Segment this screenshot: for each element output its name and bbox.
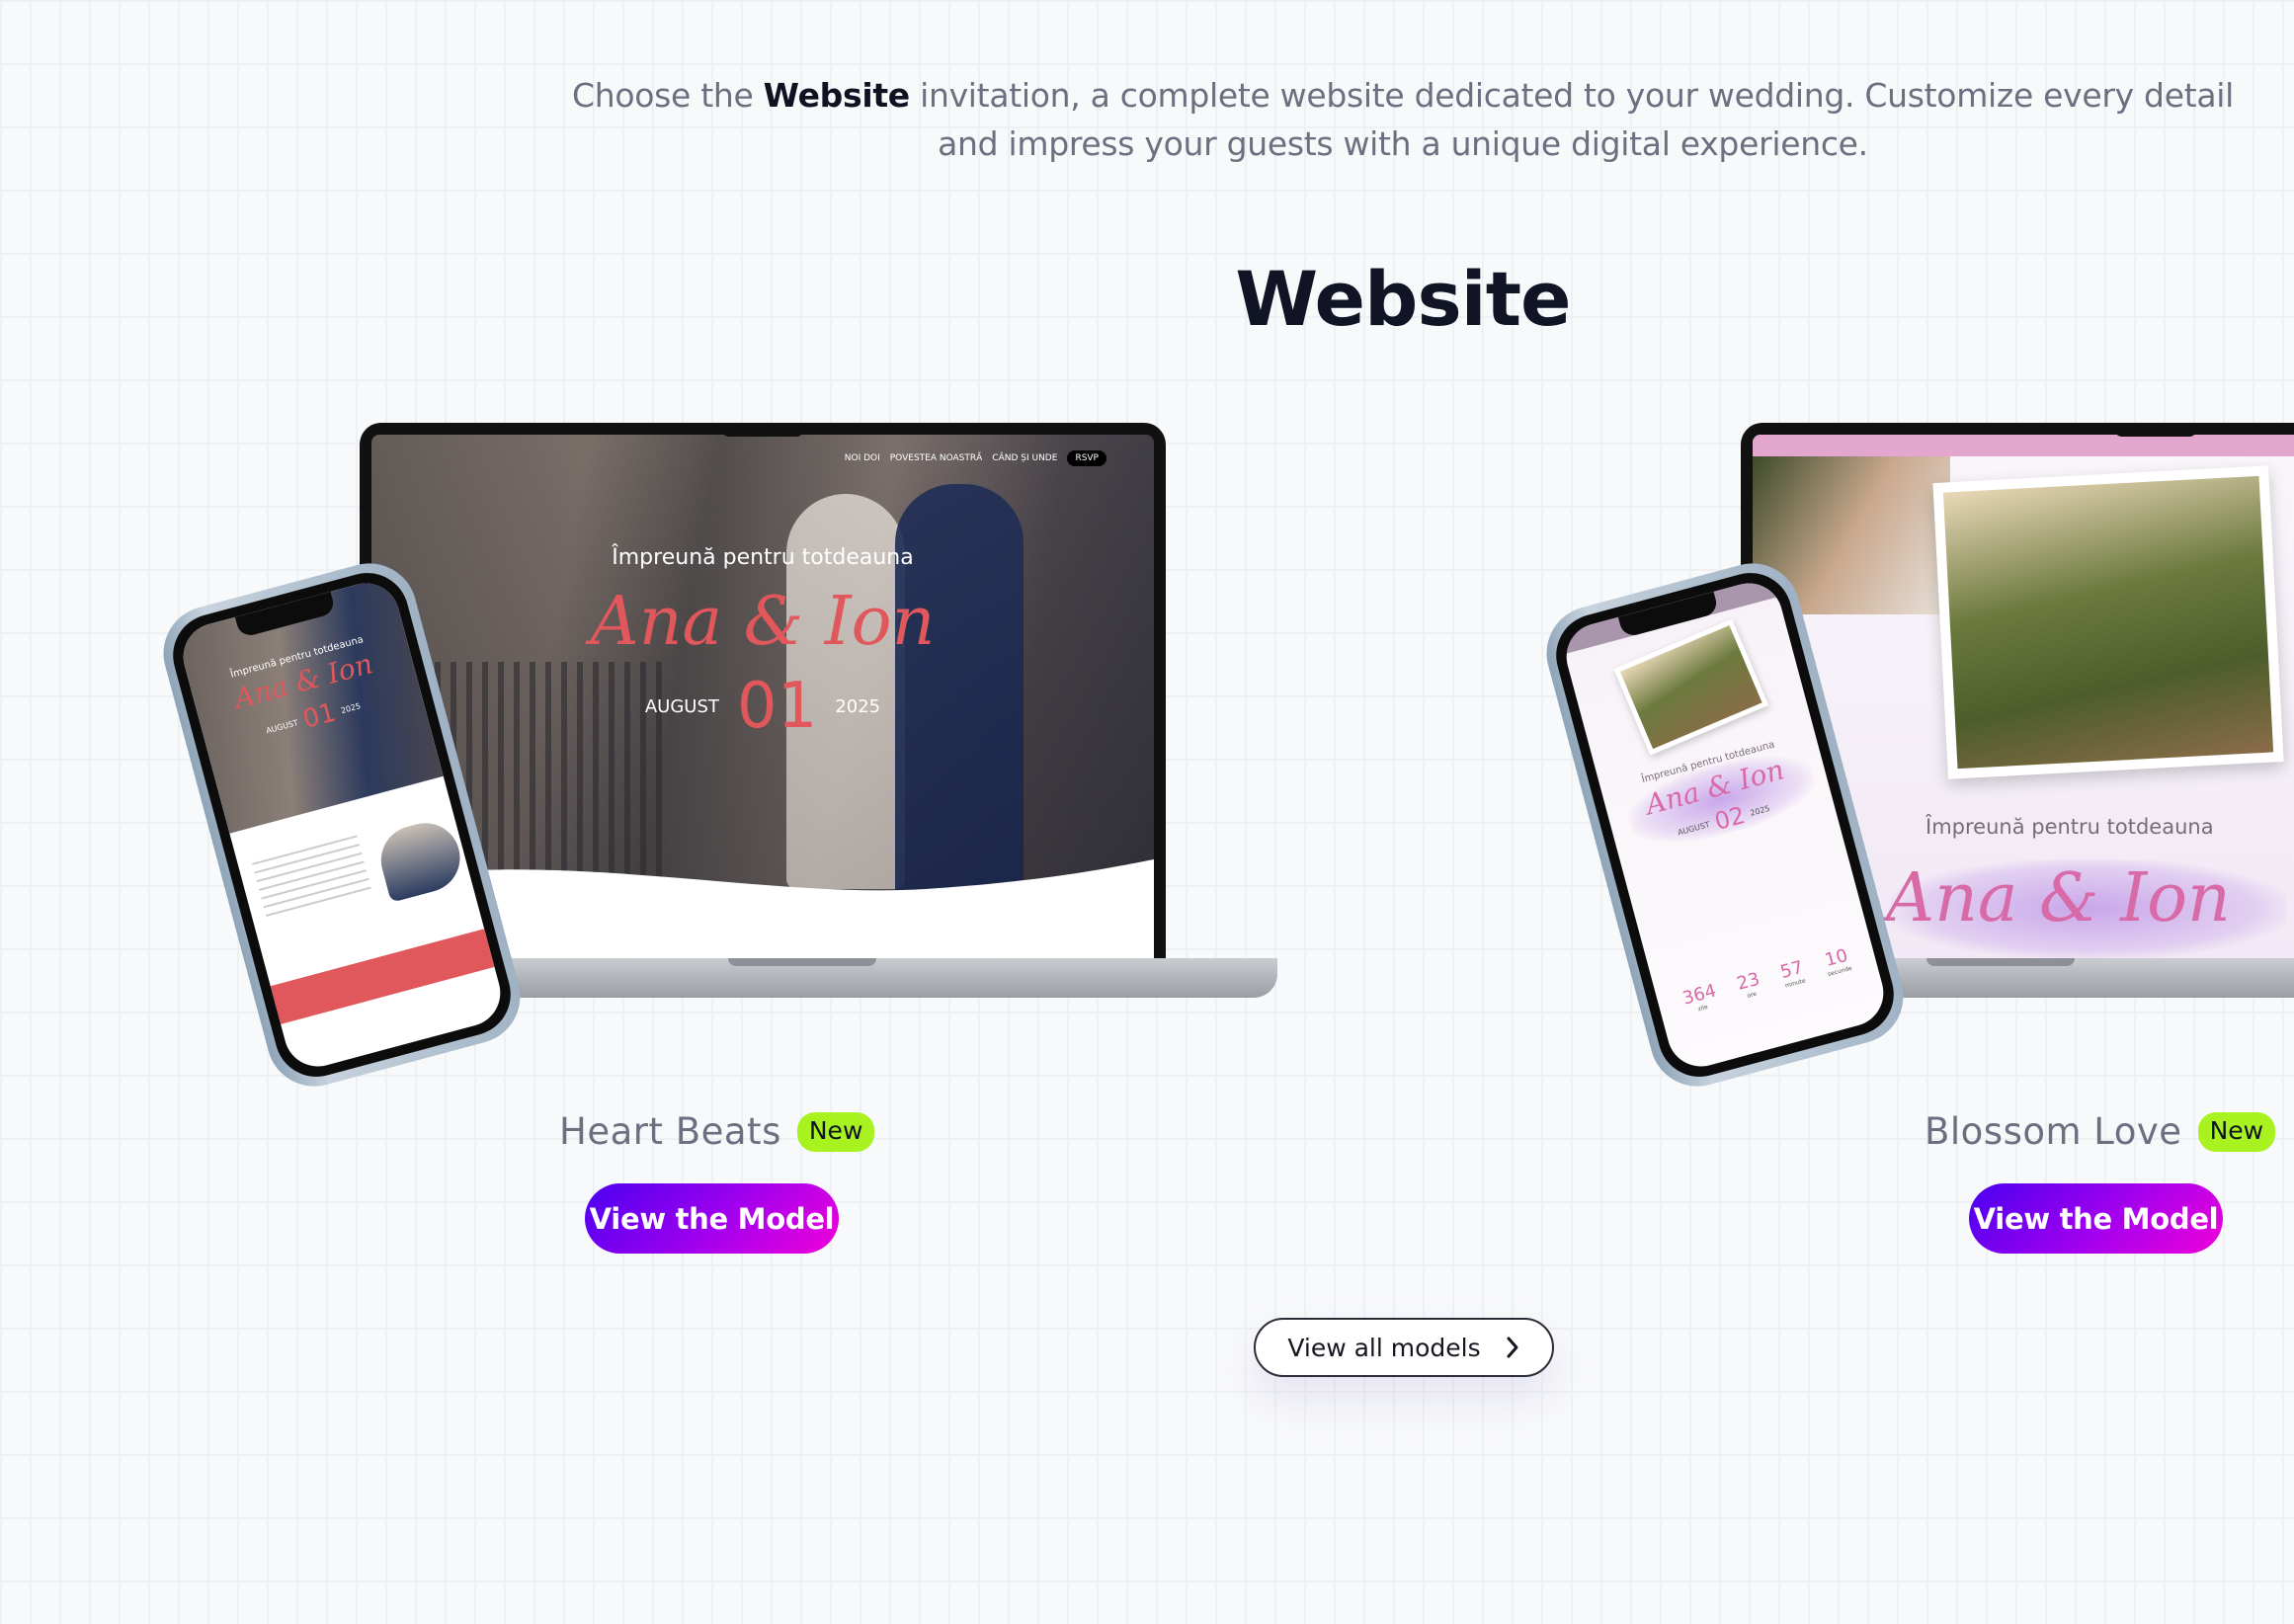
preview-tagline: Împreună pentru totdeauna [1925, 815, 2214, 839]
view-model-button-blossom-love[interactable]: View the Model [1969, 1183, 2223, 1254]
preview-date: AUGUST 01 2025 [644, 670, 881, 743]
phone-photo [1613, 618, 1769, 756]
model-name: Heart Beats [559, 1110, 781, 1153]
view-model-button-heart-beats[interactable]: View the Model [585, 1183, 839, 1254]
view-all-label: View all models [1287, 1333, 1481, 1362]
view-all-models-button[interactable]: View all models [1254, 1318, 1554, 1377]
photo-main [1932, 465, 2284, 779]
laptop-notch [2114, 423, 2197, 437]
preview-couple: Ana & Ion [1886, 859, 2231, 937]
laptop-notch [721, 423, 804, 437]
heart-photo [372, 815, 468, 903]
new-badge: New [796, 1111, 875, 1152]
model-name: Blossom Love [1925, 1110, 2182, 1153]
intro-text: Choose the Website invitation, a complet… [571, 76, 2234, 163]
countdown: 364 zile 23 ore 57 minute 10 secunde [1680, 944, 1853, 1014]
text-lines [251, 835, 372, 921]
accent-band [270, 929, 495, 1024]
preview-tagline: Împreună pentru totdeauna [612, 545, 914, 570]
section-title: Website [1235, 255, 1571, 343]
new-badge: New [2197, 1111, 2276, 1152]
chevron-right-icon [1507, 1337, 1518, 1358]
preview-header-bar [1753, 435, 2294, 456]
preview-nav: NOI DOI POVESTEA NOASTRĂ CÂND ȘI UNDE RSVP [845, 450, 1116, 466]
preview-couple: Ana & Ion [590, 583, 936, 661]
